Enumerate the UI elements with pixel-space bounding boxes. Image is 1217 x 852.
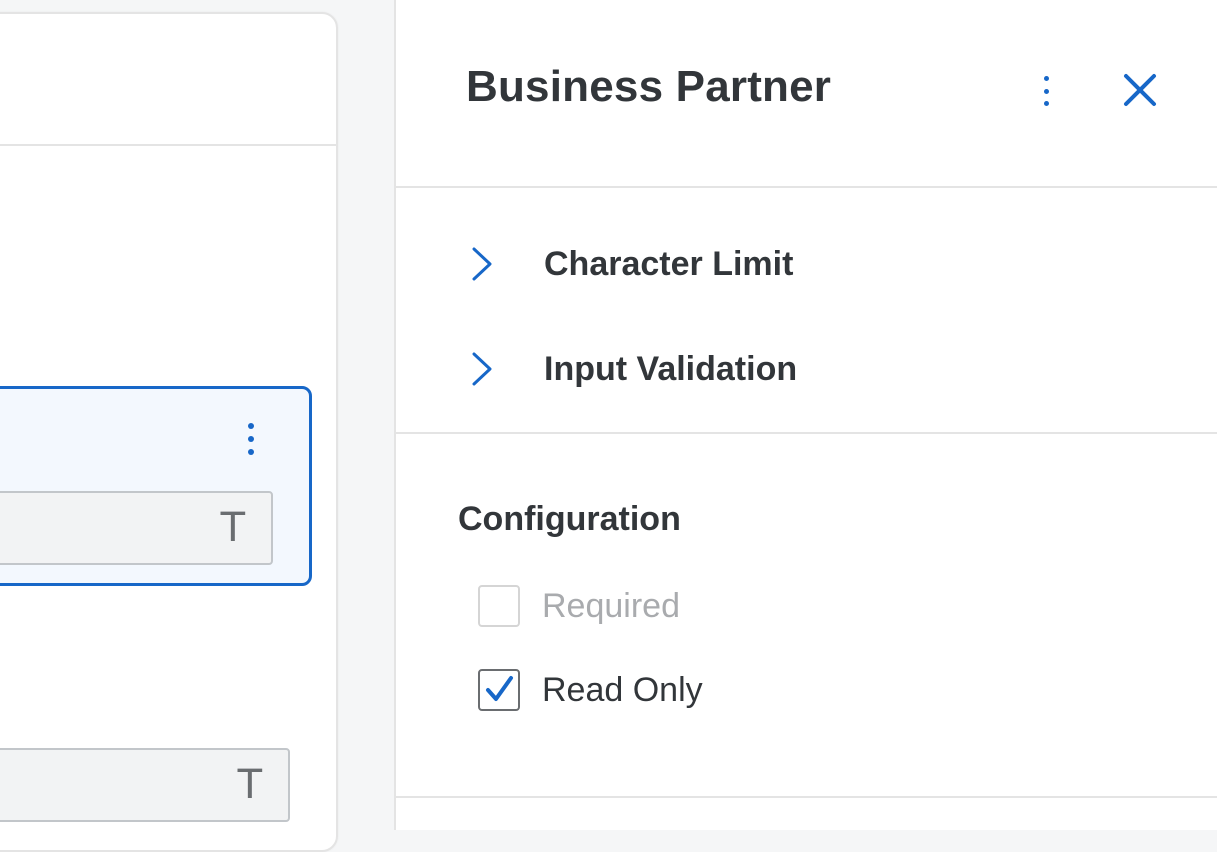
properties-accordion: Character Limit Input Validation [396,190,1217,434]
kebab-dot [248,449,254,455]
checkmark-icon [486,676,513,701]
text-type-icon: T [220,505,245,551]
close-icon [1124,74,1156,106]
chevron-right-icon [472,247,492,281]
properties-panel: Business Partner Character Limit Input V… [396,0,1217,830]
kebab-dot [1043,88,1049,94]
selected-field-block[interactable]: T [0,386,312,586]
kebab-dot [1043,76,1049,81]
panel-title: Business Partner [466,62,832,111]
text-field-preview[interactable]: T [0,748,290,822]
card-header-divider [0,144,336,146]
read-only-checkbox[interactable] [478,669,520,711]
required-option: Required [478,584,680,628]
kebab-dot [248,423,254,429]
text-type-icon: T [237,762,262,808]
close-button[interactable] [1120,70,1160,110]
required-checkbox[interactable] [478,585,520,627]
field-more-options-icon[interactable] [241,419,261,459]
configuration-section: Configuration Required Read Only [396,436,1217,798]
configuration-title: Configuration [458,500,681,538]
accordion-label: Character Limit [544,244,794,283]
read-only-option: Read Only [478,668,703,712]
kebab-dot [1043,101,1049,106]
form-canvas: T T [0,0,394,852]
required-label: Required [542,586,680,625]
panel-header: Business Partner [396,0,1217,188]
chevron-right-icon [472,352,492,386]
read-only-label: Read Only [542,670,703,709]
accordion-input-validation[interactable]: Input Validation [466,339,797,399]
accordion-character-limit[interactable]: Character Limit [466,234,793,294]
kebab-dot [248,436,254,442]
more-options-icon[interactable] [1034,72,1058,110]
text-field-preview[interactable]: T [0,491,273,565]
accordion-label: Input Validation [544,349,798,388]
